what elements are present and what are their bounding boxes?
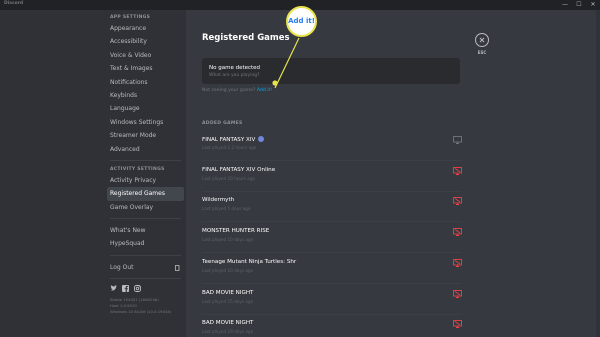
- add-it-callout: Add it!: [286, 6, 317, 37]
- scrollbar[interactable]: [596, 10, 600, 337]
- callout-pointer: [272, 37, 300, 89]
- callout-dot: [272, 80, 278, 86]
